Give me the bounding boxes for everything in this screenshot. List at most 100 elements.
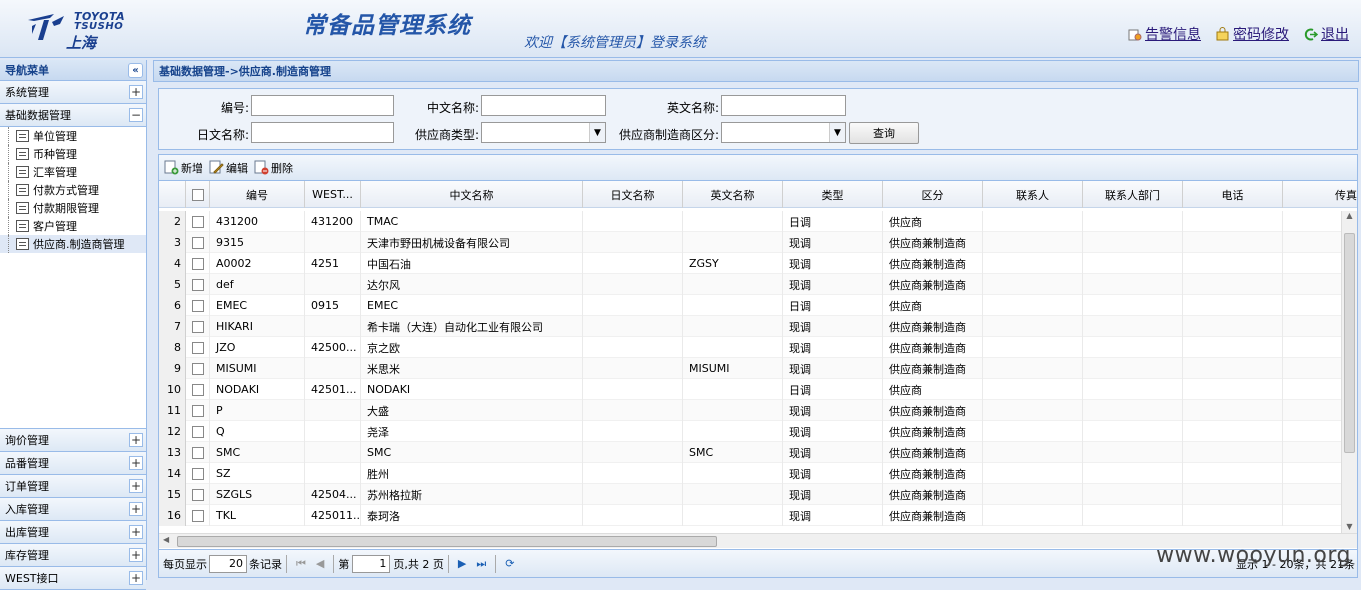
table-row[interactable]: 12 Q 尧泽 现调 供应商兼制造商 (159, 421, 1343, 442)
scroll-left-icon[interactable]: ◀ (163, 535, 169, 544)
col-header-fax[interactable]: 传真 (1283, 181, 1357, 208)
table-row[interactable]: 4 A0002 4251 中国石油 ZGSY 现调 供应商兼制造商 (159, 253, 1343, 274)
tree-item-currency[interactable]: 币种管理 (0, 145, 146, 163)
row-checkbox-cell[interactable] (186, 484, 210, 505)
next-page-icon[interactable]: ▶ (458, 557, 466, 570)
row-checkbox[interactable] (191, 467, 204, 480)
row-checkbox-cell[interactable] (186, 421, 210, 442)
nav-group-inventory[interactable]: 库存管理 + (0, 544, 146, 567)
col-header-type[interactable]: 类型 (783, 181, 883, 208)
col-header-west[interactable]: WEST... (305, 181, 361, 208)
row-checkbox[interactable] (191, 383, 204, 396)
select-all-checkbox[interactable] (191, 188, 204, 201)
nav-group-order[interactable]: 订单管理 + (0, 475, 146, 498)
tree-item-exchange-rate[interactable]: 汇率管理 (0, 163, 146, 181)
row-checkbox[interactable] (191, 215, 204, 228)
alarm-link[interactable]: 告警信息 (1127, 24, 1201, 44)
row-checkbox-cell[interactable] (186, 211, 210, 232)
category-select[interactable]: ▼ (721, 122, 846, 143)
delete-button[interactable]: 删除 (254, 160, 293, 176)
table-row[interactable]: 3 9315 天津市野田机械设备有限公司 现调 供应商兼制造商 (159, 232, 1343, 253)
edit-button[interactable]: 编辑 (209, 160, 248, 176)
row-checkbox[interactable] (191, 404, 204, 417)
table-row[interactable]: 5 def 达尔风 现调 供应商兼制造商 (159, 274, 1343, 295)
row-checkbox-cell[interactable] (186, 400, 210, 421)
nav-group-outbound[interactable]: 出库管理 + (0, 521, 146, 544)
row-checkbox-cell[interactable] (186, 442, 210, 463)
password-link[interactable]: 密码修改 (1215, 24, 1289, 44)
row-checkbox-cell[interactable] (186, 232, 210, 253)
row-checkbox-cell[interactable] (186, 253, 210, 274)
nav-group-part-number[interactable]: 品番管理 + (0, 452, 146, 475)
horizontal-scroll-thumb[interactable] (177, 536, 717, 547)
col-header-category[interactable]: 区分 (883, 181, 983, 208)
cn-name-input[interactable] (481, 95, 606, 116)
table-row[interactable]: 7 HIKARI 希卡瑞（大连）自动化工业有限公司 现调 供应商兼制造商 (159, 316, 1343, 337)
row-checkbox[interactable] (191, 257, 204, 270)
row-checkbox[interactable] (191, 362, 204, 375)
col-header-contact-dept[interactable]: 联系人部门 (1083, 181, 1183, 208)
table-row[interactable]: 15 SZGLS 42504... 苏州格拉斯 现调 供应商兼制造商 (159, 484, 1343, 505)
col-header-code[interactable]: 编号 (210, 181, 305, 208)
expand-icon[interactable]: + (129, 479, 143, 493)
vertical-scrollbar[interactable]: ▲ ▼ (1341, 211, 1357, 533)
row-checkbox-cell[interactable] (186, 295, 210, 316)
col-header-en-name[interactable]: 英文名称 (683, 181, 783, 208)
row-checkbox[interactable] (191, 320, 204, 333)
table-row[interactable]: 11 P 大盛 现调 供应商兼制造商 (159, 400, 1343, 421)
row-checkbox-cell[interactable] (186, 505, 210, 526)
refresh-icon[interactable]: ⟳ (505, 557, 514, 570)
row-checkbox[interactable] (191, 278, 204, 291)
expand-icon[interactable]: + (129, 548, 143, 562)
row-checkbox[interactable] (191, 299, 204, 312)
logout-link[interactable]: 退出 (1303, 24, 1349, 44)
row-checkbox[interactable] (191, 509, 204, 522)
row-checkbox-cell[interactable] (186, 379, 210, 400)
expand-icon[interactable]: + (129, 433, 143, 447)
table-row[interactable]: 14 SZ 胜州 现调 供应商兼制造商 (159, 463, 1343, 484)
row-checkbox[interactable] (191, 425, 204, 438)
table-row[interactable]: 6 EMEC 0915 EMEC 日调 供应商 (159, 295, 1343, 316)
tree-item-supplier[interactable]: 供应商.制造商管理 (0, 235, 146, 253)
table-row[interactable]: 16 TKL 425011... 泰珂洛 现调 供应商兼制造商 (159, 505, 1343, 526)
tree-item-payment-term[interactable]: 付款期限管理 (0, 199, 146, 217)
en-name-input[interactable] (721, 95, 846, 116)
tree-item-payment-method[interactable]: 付款方式管理 (0, 181, 146, 199)
jp-name-input[interactable] (251, 122, 394, 143)
expand-icon[interactable]: + (129, 456, 143, 470)
select-all-header[interactable] (186, 181, 210, 208)
row-checkbox-cell[interactable] (186, 316, 210, 337)
first-page-icon[interactable]: ⏮ (296, 557, 306, 571)
col-header-contact[interactable]: 联系人 (983, 181, 1083, 208)
scroll-down-icon[interactable]: ▼ (1342, 522, 1357, 531)
query-button[interactable]: 查询 (849, 122, 919, 144)
table-row[interactable]: 10 NODAKI 42501... NODAKI 日调 供应商 (159, 379, 1343, 400)
nav-group-inbound[interactable]: 入库管理 + (0, 498, 146, 521)
row-checkbox[interactable] (191, 446, 204, 459)
expand-icon[interactable]: + (129, 525, 143, 539)
page-number-input[interactable]: 1 (352, 554, 391, 573)
col-header-cn-name[interactable]: 中文名称 (361, 181, 583, 208)
nav-group-west[interactable]: WEST接口 + (0, 567, 146, 590)
nav-group-inquiry[interactable]: 询价管理 + (0, 429, 146, 452)
collapse-nav-button[interactable]: « (128, 62, 143, 78)
table-row[interactable]: 9 MISUMI 米思米 MISUMI 现调 供应商兼制造商 (159, 358, 1343, 379)
per-page-input[interactable]: 20 (209, 554, 247, 573)
type-select[interactable]: ▼ (481, 122, 606, 143)
expand-icon[interactable]: + (129, 85, 143, 99)
row-checkbox[interactable] (191, 488, 204, 501)
tree-item-customer[interactable]: 客户管理 (0, 217, 146, 235)
code-input[interactable] (251, 95, 394, 116)
row-checkbox[interactable] (191, 341, 204, 354)
col-header-jp-name[interactable]: 日文名称 (583, 181, 683, 208)
add-button[interactable]: 新增 (164, 160, 203, 176)
expand-icon[interactable]: + (129, 502, 143, 516)
table-row[interactable]: 2 431200 431200 TMAC 日调 供应商 (159, 211, 1343, 232)
scroll-up-icon[interactable]: ▲ (1342, 211, 1357, 220)
col-header-phone[interactable]: 电话 (1183, 181, 1283, 208)
vertical-scroll-thumb[interactable] (1344, 233, 1355, 453)
last-page-icon[interactable]: ⏭ (476, 557, 486, 571)
nav-group-basic-data[interactable]: 基础数据管理 − (0, 104, 146, 127)
row-checkbox-cell[interactable] (186, 274, 210, 295)
row-checkbox-cell[interactable] (186, 337, 210, 358)
